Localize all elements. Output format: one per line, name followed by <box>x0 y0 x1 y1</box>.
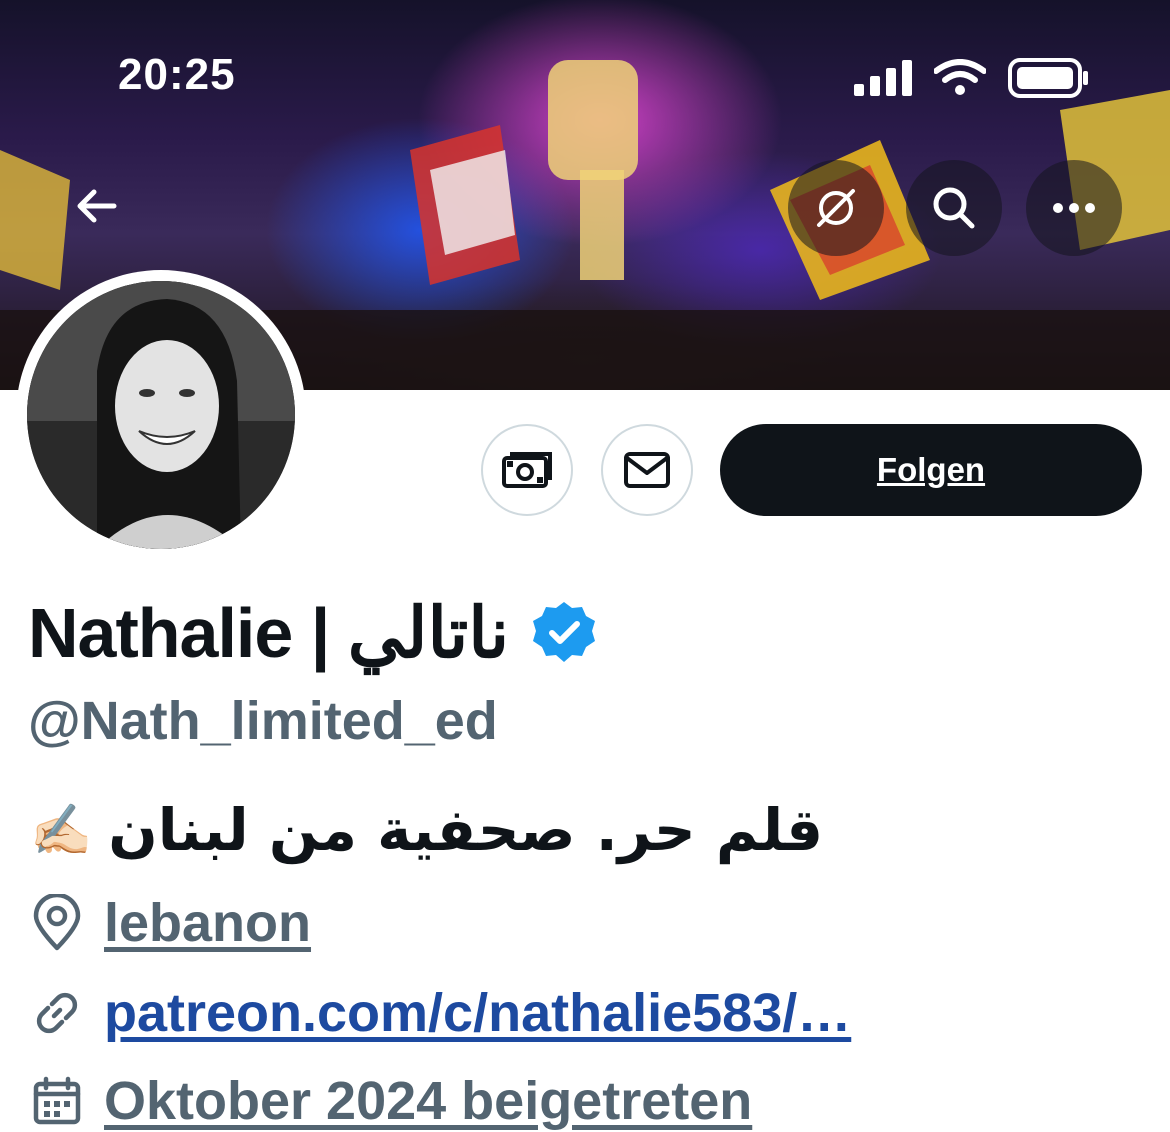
grok-icon <box>817 189 855 227</box>
search-icon <box>933 187 975 229</box>
location-pin-icon <box>33 894 81 951</box>
more-button[interactable] <box>1026 160 1122 256</box>
grok-button[interactable] <box>788 160 884 256</box>
location-row: lebanon <box>32 892 311 954</box>
location-text[interactable]: lebanon <box>104 892 311 954</box>
calendar-icon <box>33 1076 81 1125</box>
link-icon <box>36 992 78 1034</box>
arrow-left-icon <box>77 189 117 223</box>
mail-icon <box>624 452 670 488</box>
back-button[interactable] <box>72 182 120 234</box>
status-icons <box>854 58 1090 98</box>
battery-icon <box>1008 58 1088 98</box>
avatar-image <box>27 281 295 549</box>
joined-row: Oktober 2024 beigetreten <box>32 1070 752 1132</box>
name-row: Nathalie | ناتالي <box>28 588 597 678</box>
money-icon <box>502 452 552 488</box>
verified-badge-icon[interactable] <box>531 600 597 666</box>
bio-emoji: ✍🏻 <box>30 800 93 859</box>
wifi-icon <box>934 59 986 95</box>
website-link[interactable]: patreon.com/c/nathalie583/… <box>104 982 851 1044</box>
message-button[interactable] <box>601 424 693 516</box>
website-row: patreon.com/c/nathalie583/… <box>32 982 851 1044</box>
signal-icon <box>854 60 912 96</box>
subscribe-button[interactable] <box>481 424 573 516</box>
bio-text: قلم حر. صحفية من لبنان <box>108 796 824 864</box>
more-icon <box>1053 203 1095 213</box>
display-name: Nathalie | ناتالي <box>28 594 510 672</box>
follow-button[interactable]: Folgen <box>720 424 1142 516</box>
status-time: 20:25 <box>118 50 236 99</box>
handle: @Nath_limited_ed <box>28 691 498 751</box>
search-button[interactable] <box>906 160 1002 256</box>
bio: ✍🏻 قلم حر. صحفية من لبنان <box>30 796 823 864</box>
joined-date: Oktober 2024 beigetreten <box>104 1071 753 1131</box>
avatar-portrait <box>27 281 295 549</box>
avatar[interactable] <box>16 270 306 560</box>
